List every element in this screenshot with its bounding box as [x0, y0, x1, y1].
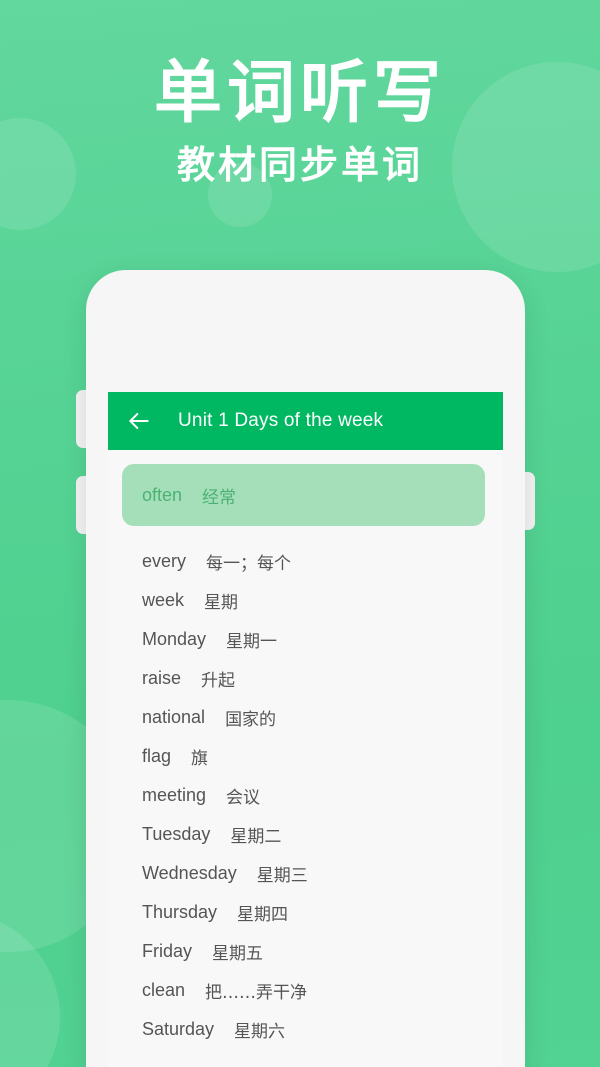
word-gloss: 星期二	[230, 827, 282, 847]
phone-mockup: Unit 1 Days of the week often 经常 every 每一；每…	[86, 270, 525, 1067]
word-gloss: 星期三	[256, 866, 308, 886]
word-gloss: 每一；每个	[206, 554, 292, 574]
word-row[interactable]: Friday 星期五	[108, 932, 503, 971]
word-row[interactable]: national 国家的	[108, 698, 503, 737]
word-row[interactable]: Thursday 星期四	[108, 893, 503, 932]
arrow-left-icon[interactable]	[126, 408, 152, 434]
word-gloss: 星期五	[212, 944, 264, 964]
phone-screen: Unit 1 Days of the week often 经常 every 每一；每…	[108, 392, 503, 1067]
word-term: Tuesday	[142, 824, 211, 844]
word-gloss: 经常	[202, 487, 237, 508]
word-row[interactable]: raise 升起	[108, 659, 503, 698]
word-row[interactable]: week 星期	[108, 581, 503, 620]
hero-title: 单词听写	[153, 54, 446, 133]
word-term: often	[142, 484, 183, 505]
word-list[interactable]: often 经常 every 每一；每个 week 星期 Monday 星期一 raise 升起 n…	[108, 450, 503, 1067]
word-gloss: 会议	[226, 788, 261, 808]
hero-section: 单词听写 教材同步单词	[0, 0, 600, 188]
word-row[interactable]: every 每一；每个	[108, 542, 503, 581]
word-term: Thursday	[142, 902, 218, 922]
word-term: Friday	[142, 941, 193, 961]
word-term: flag	[142, 746, 172, 766]
decorative-circle	[0, 912, 60, 1067]
word-gloss: 星期四	[237, 905, 289, 925]
word-row[interactable]: meeting 会议	[108, 776, 503, 815]
word-term: every	[142, 551, 187, 571]
word-gloss: 星期一	[226, 632, 278, 652]
word-row[interactable]: flag 旗	[108, 737, 503, 776]
hero-subtitle: 教材同步单词	[176, 143, 423, 187]
word-gloss: 星期六	[234, 1022, 286, 1042]
word-term: clean	[142, 980, 186, 1000]
word-gloss: 升起	[201, 671, 236, 691]
promo-screenshot: 单词听写 教材同步单词 Unit 1 Days of the week ofte…	[0, 0, 600, 1067]
app-bar: Unit 1 Days of the week	[108, 392, 503, 450]
word-term: Monday	[142, 629, 207, 649]
word-row[interactable]: Wednesday 星期三	[108, 854, 503, 893]
word-term: raise	[142, 668, 182, 688]
word-row[interactable]: clean 把……弄干净	[108, 971, 503, 1010]
word-gloss: 把……弄干净	[205, 983, 308, 1003]
word-gloss: 星期	[204, 593, 239, 613]
word-row[interactable]: Tuesday 星期二	[108, 815, 503, 854]
word-gloss: 旗	[191, 749, 209, 769]
word-gloss: 国家的	[225, 710, 277, 730]
word-term: national	[142, 707, 206, 727]
word-term: week	[142, 590, 185, 610]
word-row-active[interactable]: often 经常	[122, 464, 485, 526]
app-bar-title: Unit 1 Days of the week	[178, 410, 384, 431]
word-row[interactable]: Saturday 星期六	[108, 1010, 503, 1049]
word-row[interactable]: Monday 星期一	[108, 620, 503, 659]
word-term: meeting	[142, 785, 207, 805]
word-term: Wednesday	[142, 863, 237, 883]
word-term: Saturday	[142, 1019, 215, 1039]
